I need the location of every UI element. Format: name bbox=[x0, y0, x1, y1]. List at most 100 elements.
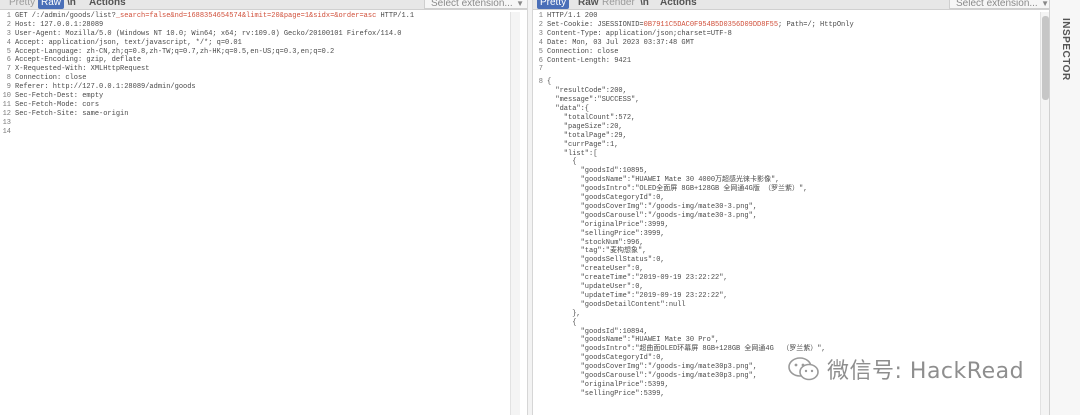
line-text: "goodsSellStatus":0, bbox=[547, 256, 665, 265]
query-params-highlight: _search=false&nd=1688354654574&limit=20&… bbox=[115, 12, 377, 20]
request-line[interactable]: 4 Accept: application/json, text/javascri… bbox=[0, 39, 527, 48]
response-line[interactable]: "totalPage":29, bbox=[547, 132, 627, 141]
line-number: 10 bbox=[2, 92, 11, 101]
response-line[interactable]: "totalCount":572, bbox=[547, 114, 635, 123]
response-line[interactable]: Date: Mon, 03 Jul 2023 03:37:48 GMT bbox=[547, 39, 694, 48]
response-line[interactable]: "goodsIntro":"OLED全面屏 8GB+128GB 全网通4G版 （… bbox=[547, 185, 808, 194]
request-line[interactable]: 13 bbox=[0, 119, 527, 128]
response-line[interactable]: Content-Length: 9421 bbox=[547, 57, 631, 66]
select-extension-label-response: Select extension... bbox=[956, 0, 1038, 9]
request-line[interactable]: 11 Sec-Fetch-Mode: cors bbox=[0, 101, 527, 110]
response-line[interactable]: "sellingPrice":5399, bbox=[547, 390, 665, 399]
request-line[interactable]: 9 Referer: http://127.0.0.1:28089/admin/g… bbox=[0, 83, 527, 92]
line-text: Accept-Language: zh-CN,zh;q=0.8,zh-TW;q=… bbox=[15, 47, 335, 56]
line-text: { bbox=[547, 318, 577, 327]
request-pane: Pretty Raw \n Actions Select extension..… bbox=[0, 0, 527, 415]
response-line[interactable]: { bbox=[547, 158, 576, 167]
tab-raw[interactable]: Raw bbox=[38, 0, 65, 9]
line-text: "sellingPrice":3999, bbox=[547, 229, 665, 238]
line-text: "goodsDetailContent":null bbox=[547, 300, 686, 309]
response-line[interactable]: "data":{ bbox=[547, 105, 589, 114]
response-line[interactable]: "updateTime":"2019-09-19 23:22:22", bbox=[547, 292, 728, 301]
response-line[interactable]: { bbox=[547, 78, 551, 87]
tab-pretty[interactable]: Pretty bbox=[6, 0, 38, 9]
chevron-down-icon: ▼ bbox=[516, 0, 524, 8]
response-line[interactable]: "goodsCarousel":"/goods-img/mate30-3.png… bbox=[547, 212, 757, 221]
response-line[interactable]: "message":"SUCCESS", bbox=[547, 96, 639, 105]
response-line[interactable]: Set-Cookie: JSESSIONID=0B7911C5DAC0F954B… bbox=[547, 21, 854, 30]
response-line[interactable]: "goodsCategoryId":0, bbox=[547, 354, 665, 363]
line-number: 4 bbox=[538, 38, 543, 47]
tab-newline[interactable]: \n bbox=[64, 0, 79, 9]
tab-newline-response[interactable]: \n bbox=[637, 0, 652, 9]
tab-pretty-response[interactable]: Pretty bbox=[537, 0, 570, 9]
response-line[interactable]: "goodsDetailContent":null bbox=[547, 301, 686, 310]
line-text: "goodsCoverImg":"/goods-img/mate30-3.png… bbox=[547, 202, 758, 211]
response-line[interactable]: "pageSize":20, bbox=[547, 123, 623, 132]
line-text: Connection: close bbox=[15, 74, 87, 83]
line-text: "createUser":0, bbox=[547, 265, 644, 274]
actions-menu-response[interactable]: Actions bbox=[657, 0, 700, 9]
response-line[interactable]: "createTime":"2019-09-19 23:22:22", bbox=[547, 274, 728, 283]
response-line[interactable]: "originalPrice":5399, bbox=[547, 381, 669, 390]
select-extension-label: Select extension... bbox=[431, 0, 513, 9]
tab-raw-response[interactable]: Raw bbox=[575, 0, 602, 9]
response-line[interactable]: Connection: close bbox=[547, 48, 618, 57]
request-line[interactable]: 14 bbox=[0, 128, 527, 137]
response-line[interactable]: HTTP/1.1 200 bbox=[547, 12, 597, 21]
line-text: Date: Mon, 03 Jul 2023 03:37:48 GMT bbox=[547, 38, 695, 47]
response-line[interactable]: "sellingPrice":3999, bbox=[547, 230, 665, 239]
response-line[interactable]: "goodsCoverImg":"/goods-img/mate30p3.png… bbox=[547, 363, 757, 372]
response-line[interactable]: "updateUser":0, bbox=[547, 283, 644, 292]
response-line[interactable]: { bbox=[547, 319, 576, 328]
response-line[interactable]: "goodsSellStatus":0, bbox=[547, 256, 665, 265]
line-number: 13 bbox=[2, 118, 11, 127]
actions-menu[interactable]: Actions bbox=[86, 0, 129, 9]
response-line[interactable]: "currPage":1, bbox=[547, 141, 619, 150]
select-extension-dropdown[interactable]: Select extension... ▼ bbox=[424, 0, 527, 9]
request-line[interactable]: 8 Connection: close bbox=[0, 74, 527, 83]
tab-render[interactable]: Render bbox=[599, 0, 638, 9]
response-line[interactable]: "createUser":0, bbox=[547, 265, 644, 274]
response-line[interactable]: "goodsName":"HUAWEI Mate 30 Pro", bbox=[547, 336, 720, 345]
response-line[interactable]: "resultCode":200, bbox=[547, 87, 626, 96]
scroll-thumb[interactable] bbox=[1042, 16, 1049, 100]
request-line[interactable]: 5 Accept-Language: zh-CN,zh;q=0.8,zh-TW;q… bbox=[0, 48, 527, 57]
line-text: Accept-Encoding: gzip, deflate bbox=[15, 56, 142, 65]
line-number: 9 bbox=[6, 83, 11, 92]
response-line[interactable]: "goodsName":"HUAWEI Mate 30 4000万超感光徕卡影像… bbox=[547, 176, 780, 185]
request-line[interactable]: 1 GET /:/admin/goods/list?_search=false&n… bbox=[0, 12, 527, 21]
response-line[interactable]: "list":[ bbox=[547, 150, 598, 159]
line-text: "goodsCarousel":"/goods-img/mate30p3.png… bbox=[547, 372, 758, 380]
response-line[interactable]: "goodsCarousel":"/goods-img/mate30p3.png… bbox=[547, 372, 757, 381]
request-line[interactable]: 2 Host: 127.0.0.1:28089 bbox=[0, 21, 527, 30]
request-line[interactable]: 6 Accept-Encoding: gzip, deflate bbox=[0, 56, 527, 65]
response-line[interactable]: "originalPrice":3999, bbox=[547, 221, 669, 230]
response-line[interactable]: "tag":"麦构想象", bbox=[547, 247, 647, 256]
line-text: User-Agent: Mozilla/5.0 (Windows NT 10.0… bbox=[15, 29, 402, 38]
response-line[interactable]: }, bbox=[547, 310, 580, 319]
inspector-panel[interactable]: INSPECTOR bbox=[1049, 0, 1080, 415]
response-line[interactable]: "goodsId":10895, bbox=[547, 167, 648, 176]
request-line[interactable]: 10 Sec-Fetch-Dest: empty bbox=[0, 92, 527, 101]
request-line[interactable]: 3 User-Agent: Mozilla/5.0 (Windows NT 10.… bbox=[0, 30, 527, 39]
request-tabbar: Pretty Raw \n Actions Select extension..… bbox=[0, 0, 527, 10]
line-text: "createTime":"2019-09-19 23:22:22", bbox=[547, 274, 728, 283]
response-line[interactable]: "goodsIntro":"超曲面OLED环幕屏 8GB+128GB 全网通4G… bbox=[547, 345, 826, 354]
inspector-label[interactable]: INSPECTOR bbox=[1060, 18, 1071, 81]
request-line[interactable]: 7 X-Requested-With: XMLHttpRequest bbox=[0, 65, 527, 74]
line-number: 5 bbox=[6, 47, 11, 56]
response-line[interactable]: Content-Type: application/json;charset=U… bbox=[547, 30, 732, 39]
chevron-down-icon: ▼ bbox=[1041, 0, 1049, 8]
line-number: 2 bbox=[6, 20, 11, 29]
response-line[interactable]: "goodsCategoryId":0, bbox=[547, 194, 665, 203]
session-id-highlight: 0B7911C5DAC0F954B5D0356D09DD8F55 bbox=[643, 20, 779, 29]
request-editor[interactable]: 1 GET /:/admin/goods/list?_search=false&n… bbox=[0, 12, 527, 415]
line-text: "goodsCoverImg":"/goods-img/mate30p3.png… bbox=[547, 363, 758, 372]
request-scrollbar[interactable] bbox=[510, 12, 520, 415]
line-text: Connection: close bbox=[547, 47, 619, 56]
select-extension-dropdown-response[interactable]: Select extension... ▼ bbox=[949, 0, 1050, 9]
request-line[interactable]: 12 Sec-Fetch-Site: same-origin bbox=[0, 110, 527, 119]
response-line[interactable]: "goodsId":10894, bbox=[547, 328, 648, 337]
response-line[interactable]: "goodsCoverImg":"/goods-img/mate30-3.png… bbox=[547, 203, 757, 212]
